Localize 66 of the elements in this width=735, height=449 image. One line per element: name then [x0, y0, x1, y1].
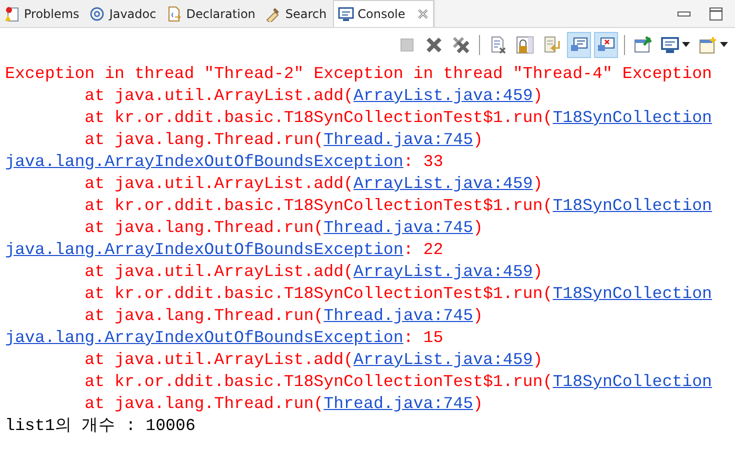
source-link[interactable]: Thread.java:745: [324, 394, 474, 413]
source-link[interactable]: ArrayList.java:459: [354, 262, 533, 281]
minimize-icon[interactable]: [677, 8, 691, 18]
console-text: at kr.or.ddit.basic.T18SynCollectionTest$1.run(: [84, 108, 553, 127]
toolbar-button[interactable]: [567, 32, 591, 58]
document-arrow-icon: [543, 36, 561, 54]
source-link[interactable]: ArrayList.java:459: [354, 174, 533, 193]
source-link[interactable]: Thread.java:745: [324, 306, 474, 325]
monitor-icon: [661, 36, 679, 54]
maximize-icon[interactable]: [709, 6, 723, 20]
source-link[interactable]: T18SynCollection: [552, 108, 712, 127]
problems-icon: [4, 6, 20, 22]
source-link[interactable]: java.lang.ArrayIndexOutOfBoundsException: [5, 152, 404, 171]
x-icon: [425, 36, 443, 54]
console-text: ): [532, 262, 543, 281]
console-text: at java.lang.Thread.run(: [84, 306, 324, 325]
monitor-message-icon: [570, 36, 588, 54]
console-text: ): [532, 350, 543, 369]
double-x-icon: [452, 36, 470, 54]
monitor-error-icon: [597, 36, 615, 54]
caret-icon: [682, 42, 690, 47]
console-text: at java.util.ArrayList.add(: [84, 262, 354, 281]
console-text: ): [532, 174, 543, 193]
console-text: at kr.or.ddit.basic.T18SynCollectionTest$1.run(: [84, 196, 553, 215]
source-link[interactable]: Thread.java:745: [324, 218, 474, 237]
console-text: Exception in thread "Thread-2" Exception in thread "Thread-4" Exception: [5, 64, 712, 83]
console-text: at kr.or.ddit.basic.T18SynCollectionTest$1.run(: [84, 284, 553, 303]
console-text: : 33: [403, 152, 444, 171]
source-link[interactable]: ArrayList.java:459: [354, 350, 533, 369]
console-text: at java.util.ArrayList.add(: [84, 174, 354, 193]
monitor-icon: [338, 6, 354, 22]
console-text: ): [532, 86, 543, 105]
console-text: at java.lang.Thread.run(: [84, 218, 324, 237]
console-text: ): [473, 394, 483, 413]
document-icon: [166, 6, 182, 22]
console-text: list1의 개수 : 10006: [5, 416, 196, 435]
caret-icon: [720, 42, 728, 47]
stop-icon: [398, 36, 416, 54]
console-text: at java.util.ArrayList.add(: [84, 86, 354, 105]
toolbar-button[interactable]: [594, 32, 618, 58]
view-tab[interactable]: Javadoc: [85, 0, 162, 27]
source-link[interactable]: T18SynCollection: [552, 196, 712, 215]
source-link[interactable]: T18SynCollection: [552, 372, 712, 391]
console-text: : 15: [403, 328, 444, 347]
console-text: at java.util.ArrayList.add(: [84, 350, 354, 369]
new-window-icon: [699, 36, 717, 54]
console-text: ): [473, 130, 483, 149]
console-text: at java.lang.Thread.run(: [84, 130, 324, 149]
close-icon[interactable]: [417, 8, 430, 20]
console-text: ): [473, 218, 483, 237]
console-text: at kr.or.ddit.basic.T18SynCollectionTest$1.run(: [84, 372, 553, 391]
view-tab[interactable]: Console: [332, 0, 434, 27]
view-tab[interactable]: Search: [261, 0, 333, 27]
source-link[interactable]: java.lang.ArrayIndexOutOfBoundsException: [5, 328, 404, 347]
source-link[interactable]: java.lang.ArrayIndexOutOfBoundsException: [5, 240, 404, 259]
lock-icon: [516, 36, 534, 54]
view-tab[interactable]: Problems: [0, 0, 86, 27]
console-text: ): [473, 306, 483, 325]
source-link[interactable]: T18SynCollection: [552, 284, 712, 303]
document-x-icon: [489, 36, 507, 54]
console-text: : 22: [403, 240, 444, 259]
source-link[interactable]: ArrayList.java:459: [354, 86, 533, 105]
pin-icon: [634, 36, 652, 54]
console-text: at java.lang.Thread.run(: [84, 394, 324, 413]
source-link[interactable]: Thread.java:745: [324, 130, 474, 149]
view-tab[interactable]: Declaration: [162, 0, 262, 27]
